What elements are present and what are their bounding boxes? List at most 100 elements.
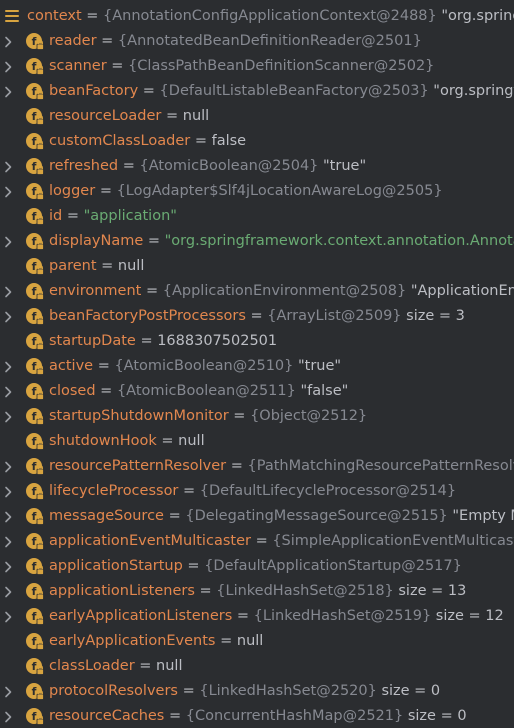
object-reference: {PathMatchingResourcePatternResolver@251… <box>247 458 514 474</box>
field-icon: f <box>25 57 44 76</box>
variable-name: active <box>49 358 94 374</box>
variable-row-applicationStartup[interactable]: f applicationStartup = {DefaultApplicatio… <box>0 554 514 579</box>
variable-name: applicationStartup <box>49 558 183 574</box>
variable-row-earlyApplicationEvents[interactable]: f earlyApplicationEvents = null <box>0 629 514 654</box>
variable-row-scanner[interactable]: f scanner = {ClassPathBeanDefinitionScann… <box>0 54 514 79</box>
chevron-right-icon[interactable] <box>3 29 15 54</box>
variable-row-closed[interactable]: f closed = {AtomicBoolean@2511} "false" <box>0 379 514 404</box>
variable-row-resourceLoader[interactable]: f resourceLoader = null <box>0 104 514 129</box>
variable-row-earlyApplicationListeners[interactable]: f earlyApplicationListeners = {LinkedHash… <box>0 604 514 629</box>
variable-row-applicationEventMulticaster[interactable]: f applicationEventMulticaster = {SimpleAp… <box>0 529 514 554</box>
equals-sign: = <box>100 383 113 399</box>
variable-value: "org.springframework.context.annotation.… <box>441 8 514 24</box>
chevron-right-icon[interactable] <box>3 354 15 379</box>
chevron-right-icon[interactable] <box>3 304 15 329</box>
variable-row-applicationListeners[interactable]: f applicationListeners = {LinkedHashSet@2… <box>0 579 514 604</box>
variable-row-protocolResolvers[interactable]: f protocolResolvers = {LinkedHashSet@2520… <box>0 679 514 704</box>
svg-text:f: f <box>32 360 37 373</box>
variable-row-messageSource[interactable]: f messageSource = {DelegatingMessageSourc… <box>0 504 514 529</box>
equals-sign: = <box>161 433 174 449</box>
variable-name: earlyApplicationListeners <box>49 608 233 624</box>
chevron-right-icon[interactable] <box>3 704 15 728</box>
object-reference: {AtomicBoolean@2511} <box>116 383 296 399</box>
variable-name: customClassLoader <box>49 133 191 149</box>
variable-row-environment[interactable]: f environment = {ApplicationEnvironment@2… <box>0 279 514 304</box>
variable-row-lifecycleProcessor[interactable]: f lifecycleProcessor = {DefaultLifecycleP… <box>0 479 514 504</box>
variable-value: null <box>178 433 205 449</box>
field-icon: f <box>25 632 44 651</box>
variable-row-reader[interactable]: f reader = {AnnotatedBeanDefinitionReader… <box>0 29 514 54</box>
variable-row-customClassLoader[interactable]: f customClassLoader = false <box>0 129 514 154</box>
field-icon: f <box>25 332 44 351</box>
variable-content: applicationEventMulticaster = {SimpleApp… <box>49 529 514 554</box>
svg-text:f: f <box>32 135 37 148</box>
variable-row-shutdownHook[interactable]: f shutdownHook = null <box>0 429 514 454</box>
variable-content: applicationStartup = {DefaultApplication… <box>49 554 462 579</box>
chevron-right-icon[interactable] <box>3 379 15 404</box>
variable-content: resourceLoader = null <box>49 104 209 129</box>
variable-row-active[interactable]: f active = {AtomicBoolean@2510} "true" <box>0 354 514 379</box>
svg-text:f: f <box>32 585 37 598</box>
field-icon: f <box>25 132 44 151</box>
chevron-right-icon[interactable] <box>3 454 15 479</box>
debugger-variables-tree[interactable]: context = {AnnotationConfigApplicationCo… <box>0 0 514 728</box>
equals-sign: = <box>166 108 179 124</box>
svg-text:f: f <box>32 460 37 473</box>
field-icon: f <box>25 707 44 726</box>
equals-sign: = <box>101 33 114 49</box>
chevron-right-icon[interactable] <box>3 604 15 629</box>
equals-sign: = <box>199 583 212 599</box>
field-icon: f <box>25 382 44 401</box>
variable-name: startupShutdownMonitor <box>49 408 229 424</box>
chevron-right-icon[interactable] <box>3 404 15 429</box>
variable-row-beanFactory[interactable]: f beanFactory = {DefaultListableBeanFacto… <box>0 79 514 104</box>
variable-row-startupDate[interactable]: f startupDate = 1688307502501 <box>0 329 514 354</box>
variable-value: size = 0 <box>381 683 441 699</box>
chevron-right-icon[interactable] <box>3 504 15 529</box>
variable-row-context[interactable]: context = {AnnotationConfigApplicationCo… <box>0 4 514 29</box>
chevron-right-icon[interactable] <box>3 554 15 579</box>
variable-row-refreshed[interactable]: f refreshed = {AtomicBoolean@2504} "true" <box>0 154 514 179</box>
variable-content: displayName = "org.springframework.conte… <box>49 229 514 254</box>
variable-row-id[interactable]: f id = "application" <box>0 204 514 229</box>
variable-row-classLoader[interactable]: f classLoader = null <box>0 654 514 679</box>
variable-content: refreshed = {AtomicBoolean@2504} "true" <box>49 154 366 179</box>
variable-row-resourceCaches[interactable]: f resourceCaches = {ConcurrentHashMap@252… <box>0 704 514 728</box>
variable-row-logger[interactable]: f logger = {LogAdapter$Slf4jLocationAware… <box>0 179 514 204</box>
chevron-right-icon[interactable] <box>3 179 15 204</box>
chevron-right-icon[interactable] <box>3 279 15 304</box>
svg-text:f: f <box>32 35 37 48</box>
chevron-right-icon[interactable] <box>3 79 15 104</box>
chevron-right-icon[interactable] <box>3 154 15 179</box>
variable-row-resourcePatternResolver[interactable]: f resourcePatternResolver = {PathMatching… <box>0 454 514 479</box>
variable-content: scanner = {ClassPathBeanDefinitionScanne… <box>49 54 434 79</box>
field-icon: f <box>25 507 44 526</box>
variable-row-startupShutdownMonitor[interactable]: f startupShutdownMonitor = {Object@2512} <box>0 404 514 429</box>
variable-content: resourcePatternResolver = {PathMatchingR… <box>49 454 514 479</box>
variable-content: startupShutdownMonitor = {Object@2512} <box>49 404 367 429</box>
object-reference: {LinkedHashSet@2518} <box>216 583 394 599</box>
variable-value: 1688307502501 <box>157 333 278 349</box>
equals-sign: = <box>230 458 243 474</box>
chevron-right-icon[interactable] <box>3 579 15 604</box>
watches-list-icon <box>5 10 19 23</box>
variable-content: messageSource = {DelegatingMessageSource… <box>49 504 514 529</box>
chevron-right-icon[interactable] <box>3 229 15 254</box>
object-reference: {AtomicBoolean@2510} <box>114 358 294 374</box>
variable-value: "org.springframework.beans.factory.suppo… <box>433 83 514 99</box>
chevron-right-icon[interactable] <box>3 679 15 704</box>
variable-content: applicationListeners = {LinkedHashSet@25… <box>49 579 466 604</box>
variable-row-beanFactoryPostProcessors[interactable]: f beanFactoryPostProcessors = {ArrayList@… <box>0 304 514 329</box>
variable-content: active = {AtomicBoolean@2510} "true" <box>49 354 341 379</box>
equals-sign: = <box>183 483 196 499</box>
field-icon: f <box>25 307 44 326</box>
chevron-right-icon[interactable] <box>3 54 15 79</box>
chevron-right-icon[interactable] <box>3 479 15 504</box>
equals-sign: = <box>194 133 207 149</box>
variable-name: id <box>49 208 63 224</box>
chevron-right-icon[interactable] <box>3 529 15 554</box>
variable-row-displayName[interactable]: f displayName = "org.springframework.cont… <box>0 229 514 254</box>
variable-row-parent[interactable]: f parent = null <box>0 254 514 279</box>
field-icon: f <box>25 582 44 601</box>
svg-text:f: f <box>32 235 37 248</box>
